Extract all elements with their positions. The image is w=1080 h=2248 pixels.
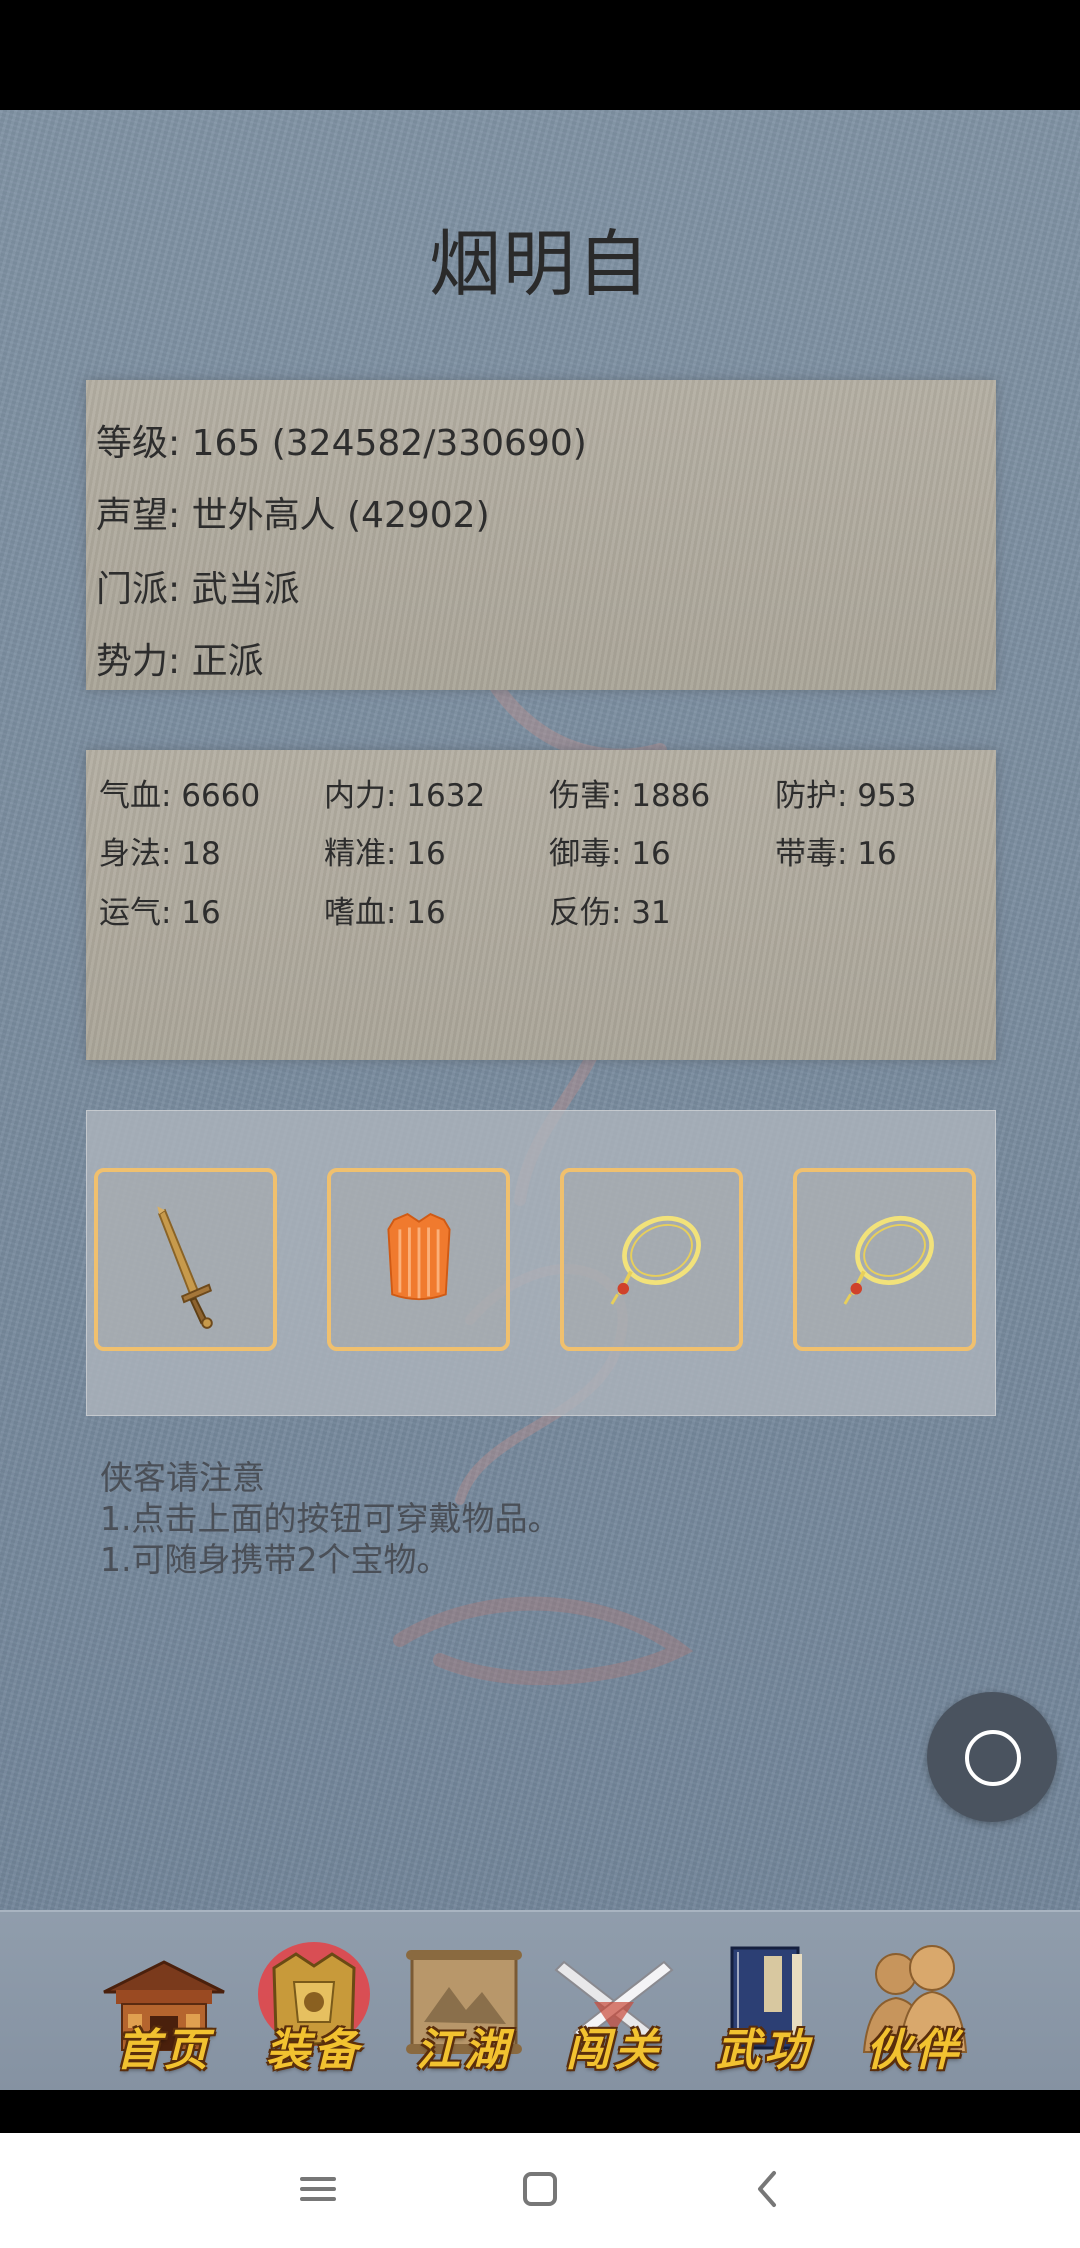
- level-text: 等级: 165 (324582/330690): [96, 423, 587, 464]
- notice-line: 1.可随身携带2个宝物。: [100, 1540, 450, 1579]
- stat-hp: 气血: 6660: [99, 778, 261, 814]
- attribute-stats-panel: 气血: 6660 内力: 1632 伤害: 1886 防护: 953 身法: 1…: [86, 750, 996, 1060]
- nav-jianghu[interactable]: 江湖: [394, 1932, 534, 2076]
- bottom-nav: 首页 装备 江湖 闯关 武功 伙伴: [0, 1910, 1080, 2090]
- nav-home-label: 首页: [116, 2025, 212, 2076]
- nav-martial-arts[interactable]: 武功: [694, 1932, 834, 2076]
- back-chevron-icon: [758, 2171, 776, 2207]
- circle-icon: [965, 1730, 1021, 1786]
- notice-line: 1.点击上面的按钮可穿戴物品。: [100, 1499, 561, 1538]
- stat-poison: 带毒: 16: [775, 836, 897, 872]
- nav-challenge-label: 闯关: [566, 2025, 662, 2076]
- equipment-panel: [86, 1110, 996, 1416]
- equip-slot-weapon[interactable]: [94, 1168, 277, 1351]
- stat-internal: 内力: 1632: [324, 778, 486, 814]
- stat-damage: 伤害: 1886: [549, 778, 711, 814]
- notice-text: 侠客请注意 1.点击上面的按钮可穿戴物品。 1.可随身携带2个宝物。: [100, 1457, 561, 1580]
- sword-icon: [157, 1206, 213, 1329]
- stat-luck: 运气: 16: [99, 895, 221, 931]
- game-screen: 烟明自 等级: 165 (324582/330690) 声望: 世外高人 (42…: [0, 110, 1080, 2090]
- reputation-text: 声望: 世外高人 (42902): [96, 495, 490, 536]
- menu-icon: [300, 2177, 336, 2201]
- nav-martial-arts-label: 武功: [716, 2025, 812, 2076]
- nav-companions-label: 伙伴: [866, 2025, 962, 2076]
- robe-icon: [387, 1212, 451, 1301]
- stat-bloodthirst: 嗜血: 16: [324, 895, 446, 931]
- necklace-icon: [610, 1215, 701, 1305]
- square-home-icon: [523, 2172, 557, 2206]
- stat-accuracy: 精准: 16: [324, 836, 446, 872]
- floating-assist-button[interactable]: [927, 1692, 1057, 1822]
- notice-title: 侠客请注意: [100, 1458, 265, 1497]
- nav-home[interactable]: 首页: [94, 1932, 234, 2076]
- necklace-icon: [843, 1215, 934, 1305]
- back-button[interactable]: [728, 2153, 808, 2225]
- equip-slot-armor[interactable]: [327, 1168, 510, 1351]
- character-name: 烟明自: [428, 222, 651, 306]
- system-nav-bar: [0, 2133, 1080, 2248]
- nav-jianghu-label: 江湖: [416, 2025, 512, 2076]
- nav-companions[interactable]: 伙伴: [844, 1932, 984, 2076]
- stat-defense: 防护: 953: [775, 778, 917, 814]
- stat-agility: 身法: 18: [99, 836, 221, 872]
- stat-poison-resist: 御毒: 16: [549, 836, 671, 872]
- character-info-panel: 等级: 165 (324582/330690) 声望: 世外高人 (42902)…: [86, 380, 996, 690]
- recent-apps-button[interactable]: [278, 2153, 358, 2225]
- equip-slot-treasure-1[interactable]: [560, 1168, 743, 1351]
- home-button[interactable]: [500, 2153, 580, 2225]
- equip-slot-treasure-2[interactable]: [793, 1168, 976, 1351]
- nav-equipment[interactable]: 装备: [244, 1932, 384, 2076]
- sect-text: 门派: 武当派: [96, 569, 300, 610]
- nav-equipment-label: 装备: [266, 2025, 362, 2076]
- faction-text: 势力: 正派: [96, 641, 264, 682]
- stat-reflect: 反伤: 31: [549, 895, 671, 931]
- nav-challenge[interactable]: 闯关: [544, 1932, 684, 2076]
